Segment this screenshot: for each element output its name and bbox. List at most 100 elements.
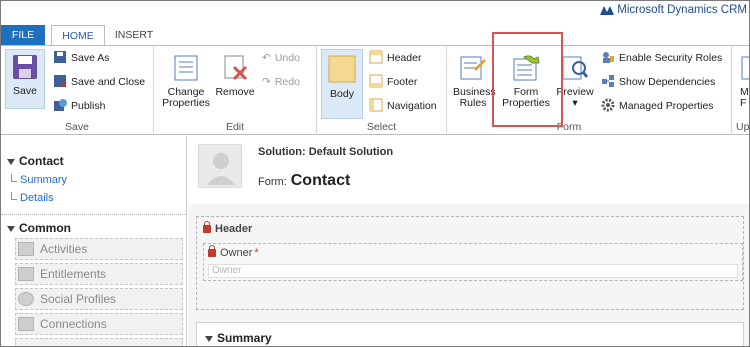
header-section[interactable]: Header Owner * Owner	[196, 216, 744, 310]
properties-icon	[173, 55, 199, 84]
save-as-icon	[53, 50, 67, 67]
brand-name: Microsoft Dynamics CRM	[617, 4, 747, 16]
body-label: Body	[330, 88, 354, 100]
gear-icon	[601, 98, 615, 115]
navigation-icon	[369, 98, 383, 115]
change-properties-button[interactable]: Change Properties	[160, 49, 212, 109]
owner-field[interactable]: Owner * Owner	[203, 243, 743, 281]
form-group: Business Rules Form Properties Preview ▾…	[447, 46, 732, 135]
activities-icon	[18, 242, 34, 256]
body-button[interactable]: Body	[321, 49, 363, 119]
business-rules-button[interactable]: Business Rules	[453, 49, 496, 109]
avatar	[198, 144, 242, 188]
remove-icon	[222, 55, 248, 84]
nav-item-entitlements[interactable]: Entitlements	[15, 263, 183, 285]
connections-icon	[18, 317, 34, 331]
save-close-icon	[53, 74, 67, 91]
undo-icon: ↶	[262, 52, 271, 64]
truncated-label-2: F	[740, 97, 747, 109]
form-properties-highlight	[492, 32, 563, 127]
tab-home[interactable]: HOME	[51, 25, 105, 46]
required-marker: *	[254, 247, 259, 259]
tab-insert[interactable]: INSERT	[109, 25, 159, 45]
undo-button[interactable]: ↶ Undo	[262, 49, 300, 67]
header-label: Header	[387, 52, 422, 64]
footer-icon	[369, 74, 383, 91]
tab-file[interactable]: FILE	[1, 25, 45, 45]
nav-item-truncated[interactable]	[15, 338, 183, 346]
enable-security-roles-button[interactable]: Enable Security Roles	[601, 49, 722, 67]
managed-properties-button[interactable]: Managed Properties	[601, 97, 714, 115]
navigation-button[interactable]: Navigation	[369, 97, 437, 115]
form-group-label: Form	[556, 121, 582, 133]
lock-icon	[208, 245, 216, 257]
common-heading[interactable]: Common	[7, 221, 71, 235]
show-dependencies-label: Show Dependencies	[619, 76, 716, 88]
crm-form-editor: Microsoft Dynamics CRM FILE HOME INSERT …	[0, 0, 750, 347]
enable-security-roles-label: Enable Security Roles	[619, 52, 723, 64]
header-button[interactable]: Header	[369, 49, 421, 67]
brand: Microsoft Dynamics CRM	[600, 4, 747, 16]
preview-dropdown-icon: ▾	[572, 97, 578, 109]
nav-item-social-profiles[interactable]: Social Profiles	[15, 288, 183, 310]
nav-divider	[1, 214, 187, 215]
save-label: Save	[13, 85, 37, 97]
owner-label: Owner *	[208, 245, 259, 259]
save-button[interactable]: Save	[5, 49, 45, 109]
save-as-button[interactable]: Save As	[53, 49, 110, 67]
save-icon	[12, 54, 38, 83]
edit-group-label: Edit	[225, 121, 245, 133]
page-title: Contact	[290, 172, 351, 189]
business-rules-label-2: Rules	[459, 97, 487, 109]
form-title: Form: Contact	[258, 172, 351, 189]
business-rules-icon	[460, 55, 486, 84]
entitlements-icon	[18, 267, 34, 281]
truncated-button[interactable]: M F	[740, 49, 749, 109]
remove-button[interactable]: Remove	[214, 49, 256, 98]
edit-group: Change Properties Remove ↶ Undo ↷ Redo E…	[154, 46, 317, 135]
body-icon	[328, 55, 356, 86]
security-roles-icon	[601, 50, 615, 67]
redo-button[interactable]: ↷ Redo	[262, 73, 300, 91]
preview-icon	[562, 55, 589, 84]
managed-properties-label: Managed Properties	[619, 100, 714, 112]
dependencies-icon	[601, 74, 615, 91]
nav-link-summary[interactable]: Summary	[11, 174, 67, 186]
save-group-label: Save	[65, 121, 89, 133]
tab-bar: Microsoft Dynamics CRM FILE HOME INSERT	[1, 1, 749, 46]
publish-button[interactable]: Publish	[53, 97, 105, 115]
collapse-triangle-icon	[7, 225, 15, 232]
collapse-triangle-icon	[205, 335, 213, 342]
change-label-2: Properties	[162, 97, 210, 109]
redo-icon: ↷	[262, 76, 271, 88]
footer-button[interactable]: Footer	[369, 73, 417, 91]
save-group: Save Save As Save and Close Publish Save	[1, 46, 154, 135]
save-and-close-button[interactable]: Save and Close	[53, 73, 145, 91]
redo-label: Redo	[274, 76, 300, 88]
publish-icon	[53, 98, 67, 115]
owner-input[interactable]: Owner	[208, 264, 738, 278]
lock-icon	[203, 221, 211, 233]
form-header-card: Solution: Default Solution Form: Contact	[188, 136, 749, 204]
solution-name: Solution: Default Solution	[258, 146, 394, 158]
form-navigation: Contact Summary Details Common Activitie…	[1, 136, 187, 346]
remove-label: Remove	[215, 86, 255, 98]
show-dependencies-button[interactable]: Show Dependencies	[601, 73, 715, 91]
upgrade-group: M F Up	[732, 46, 750, 135]
undo-label: Undo	[274, 52, 300, 64]
truncated-group-label: Up	[736, 121, 750, 133]
form-canvas: Solution: Default Solution Form: Contact …	[188, 136, 749, 346]
save-and-close-label: Save and Close	[71, 76, 146, 88]
nav-item-connections[interactable]: Connections	[15, 313, 183, 335]
truncated-icon	[740, 55, 749, 84]
nav-link-details[interactable]: Details	[11, 192, 54, 204]
publish-label: Publish	[71, 100, 106, 112]
save-as-label: Save As	[71, 52, 110, 64]
social-profiles-icon	[18, 292, 34, 306]
dynamics-logo-icon	[600, 5, 615, 15]
navigation-label: Navigation	[387, 100, 437, 112]
contact-heading[interactable]: Contact	[7, 154, 64, 168]
nav-item-activities[interactable]: Activities	[15, 238, 183, 260]
summary-section[interactable]: Summary	[196, 322, 744, 346]
summary-section-title: Summary	[205, 331, 272, 345]
